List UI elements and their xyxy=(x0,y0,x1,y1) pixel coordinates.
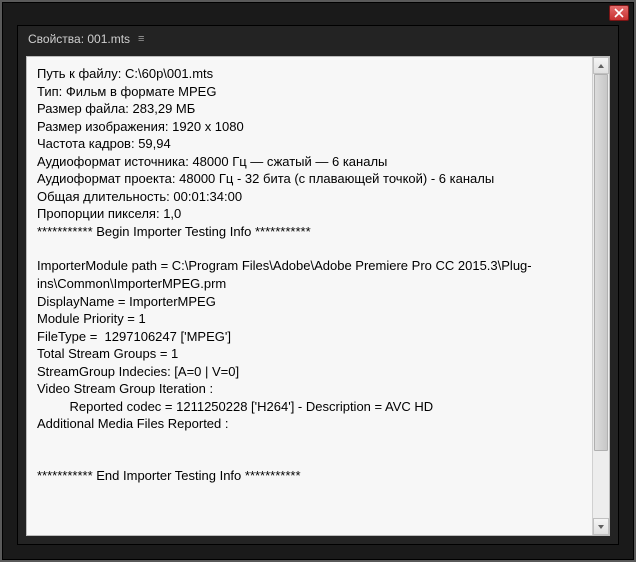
prop-src-audio: Аудиоформат источника: 48000 Гц — сжатый… xyxy=(37,153,582,171)
importer-video-iter: Video Stream Group Iteration : xyxy=(37,380,582,398)
importer-end: *********** End Importer Testing Info **… xyxy=(37,467,582,485)
chevron-up-icon xyxy=(597,62,605,70)
close-icon xyxy=(614,8,624,18)
properties-text: Путь к файлу: C:\60p\001.mts Тип: Фильм … xyxy=(27,57,592,535)
importer-filetype: FileType = 1297106247 ['MPEG'] xyxy=(37,328,582,346)
importer-display-name: DisplayName = ImporterMPEG xyxy=(37,293,582,311)
scroll-track[interactable] xyxy=(593,74,609,518)
importer-additional-media: Additional Media Files Reported : xyxy=(37,415,582,433)
content-area: Путь к файлу: C:\60p\001.mts Тип: Фильм … xyxy=(26,56,610,536)
scroll-up-button[interactable] xyxy=(593,57,609,74)
panel-menu-icon[interactable]: ≡ xyxy=(138,34,144,45)
prop-path: Путь к файлу: C:\60p\001.mts xyxy=(37,65,582,83)
blank-line xyxy=(37,450,582,467)
close-button[interactable] xyxy=(609,5,629,21)
importer-group-indices: StreamGroup Indecies: [A=0 | V=0] xyxy=(37,363,582,381)
scroll-down-button[interactable] xyxy=(593,518,609,535)
importer-module-path: ImporterModule path = C:\Program Files\A… xyxy=(37,257,582,292)
importer-module-priority: Module Priority = 1 xyxy=(37,310,582,328)
prop-duration: Общая длительность: 00:01:34:00 xyxy=(37,188,582,206)
prop-par: Пропорции пикселя: 1,0 xyxy=(37,205,582,223)
prop-filesize: Размер файла: 283,29 МБ xyxy=(37,100,582,118)
scroll-thumb[interactable] xyxy=(594,74,608,451)
importer-total-groups: Total Stream Groups = 1 xyxy=(37,345,582,363)
prop-imagesize: Размер изображения: 1920 x 1080 xyxy=(37,118,582,136)
blank-line xyxy=(37,433,582,450)
vertical-scrollbar[interactable] xyxy=(592,57,609,535)
chevron-down-icon xyxy=(597,523,605,531)
prop-type: Тип: Фильм в формате MPEG xyxy=(37,83,582,101)
prop-proj-audio: Аудиоформат проекта: 48000 Гц - 32 бита … xyxy=(37,170,582,188)
properties-panel: Свойства: 001.mts ≡ Путь к файлу: C:\60p… xyxy=(17,25,619,545)
importer-reported-codec: Reported codec = 1211250228 ['H264'] - D… xyxy=(37,398,582,416)
prop-framerate: Частота кадров: 59,94 xyxy=(37,135,582,153)
importer-begin: *********** Begin Importer Testing Info … xyxy=(37,223,582,241)
titlebar: Свойства: 001.mts ≡ xyxy=(18,26,618,52)
blank-line xyxy=(37,240,582,257)
window-title: Свойства: 001.mts xyxy=(28,32,130,46)
